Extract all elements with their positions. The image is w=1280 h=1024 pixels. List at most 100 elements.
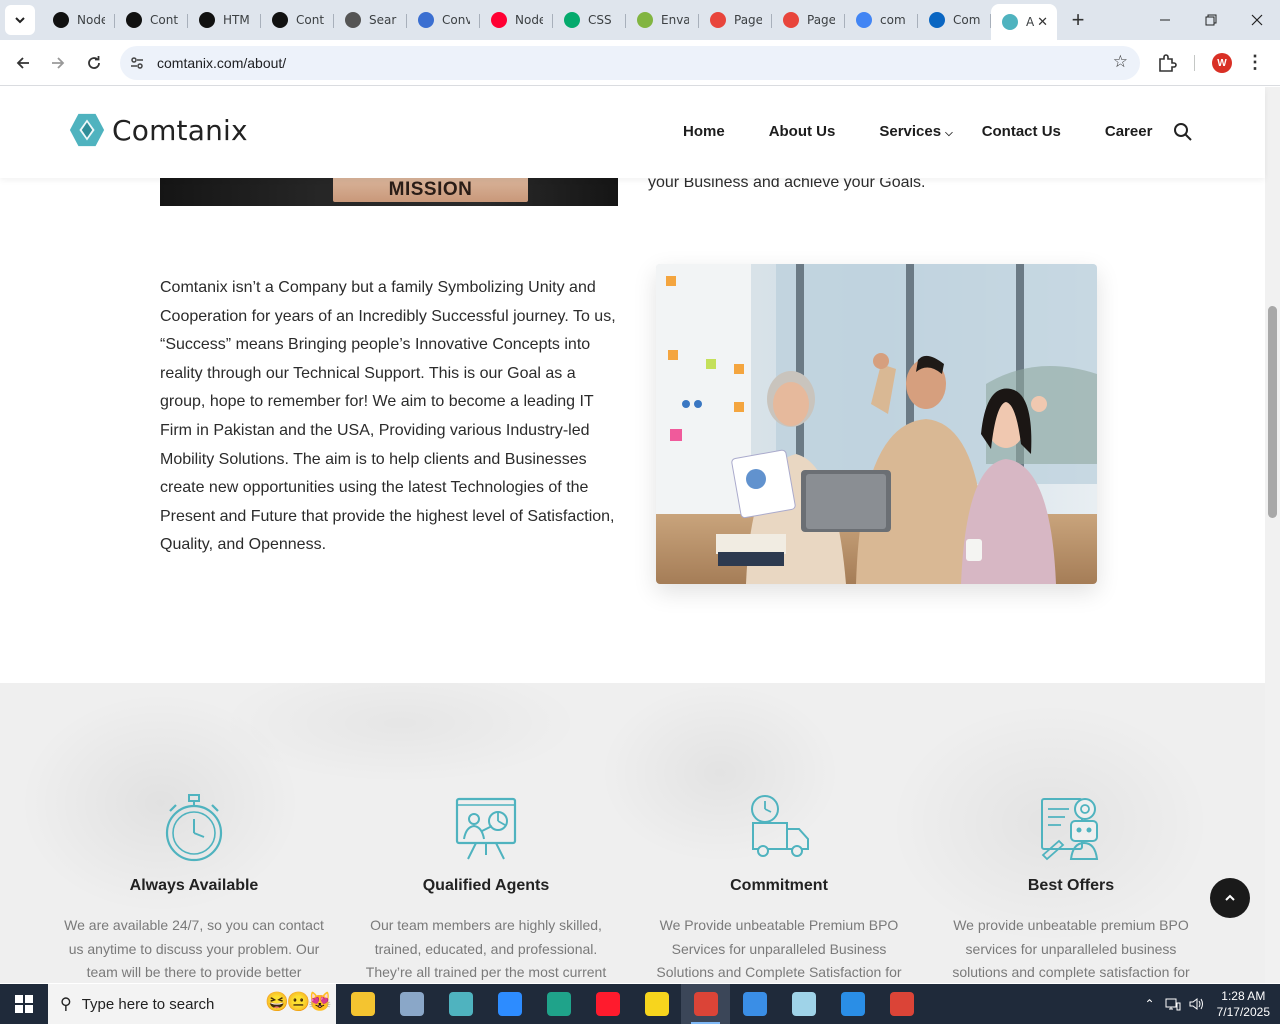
toolbar-divider: [1194, 55, 1195, 71]
comtanix-icon: [1002, 14, 1018, 30]
taskbar-app-zoom-app[interactable]: [485, 984, 534, 1024]
scrollbar-thumb[interactable]: [1268, 306, 1277, 518]
taskbar-app-comtanix-app[interactable]: [436, 984, 485, 1024]
taskbar-app-file-explorer[interactable]: [338, 984, 387, 1024]
stopwatch-icon: [165, 794, 223, 862]
linkedin-icon: [929, 12, 945, 28]
comtanix-logo-icon: [69, 113, 105, 147]
forward-button[interactable]: [43, 48, 73, 78]
github-icon: [53, 12, 69, 28]
taskbar-app-edge-browser[interactable]: [534, 984, 583, 1024]
browser-tab[interactable]: Page: [772, 4, 845, 36]
nav-career[interactable]: Career: [1105, 123, 1153, 140]
nav-home[interactable]: Home: [683, 123, 725, 140]
browser-tab[interactable]: CSS: [553, 4, 626, 36]
taskbar-search[interactable]: ⚲ Type here to search 😆😐😻: [48, 984, 336, 1024]
taskbar-apps: [338, 984, 926, 1024]
browser-tab-title: Enva: [661, 13, 689, 27]
feature-text: Our team members are highly skilled, tra…: [365, 917, 607, 980]
browser-tab[interactable]: Sear: [334, 4, 407, 36]
feature-text: We are available 24/7, so you can contac…: [64, 917, 324, 980]
taskbar-app-chrome-browser[interactable]: [681, 984, 730, 1024]
browser-tab[interactable]: A ✕: [991, 4, 1057, 40]
nav-services[interactable]: Services ⌵: [879, 123, 952, 140]
back-to-top-button[interactable]: [1210, 878, 1250, 918]
sticky-notes-icon: [644, 992, 669, 1016]
site-info-icon[interactable]: [123, 49, 151, 77]
mission-image: MISSION: [160, 178, 618, 206]
main-nav: Home About Us Services ⌵ Contact Us Caree…: [683, 123, 1152, 140]
browser-tab-title: CSS: [588, 13, 612, 27]
browser-tab-title: com: [880, 13, 906, 27]
reload-button[interactable]: [79, 48, 109, 78]
tab-search-button[interactable]: [5, 5, 35, 35]
chevron-down-icon: ⌵: [945, 128, 953, 139]
browser-tab[interactable]: com: [845, 4, 918, 36]
restore-button[interactable]: [1188, 0, 1234, 40]
taskbar-search-placeholder: Type here to search: [81, 995, 215, 1013]
chevron-up-icon[interactable]: ⌃: [1145, 997, 1155, 1011]
new-tab-button[interactable]: +: [1063, 5, 1093, 35]
browser-tab-title: Node: [77, 13, 105, 27]
taskbar-app-photos-app[interactable]: [730, 984, 779, 1024]
github-icon: [272, 12, 288, 28]
chevron-down-icon: [15, 17, 25, 24]
browser-toolbar: comtanix.com/about/ ☆ W ⋮: [0, 40, 1280, 86]
browser-tab[interactable]: Com: [918, 4, 991, 36]
browser-tab-title: Cont: [150, 13, 178, 27]
browser-tab-title: Node: [515, 13, 543, 27]
browser-tab[interactable]: Page: [699, 4, 772, 36]
browser-tab[interactable]: Enva: [626, 4, 699, 36]
browser-tab[interactable]: Cont: [115, 4, 188, 36]
tab-strip: Node Cont HTM Cont Sear Conv Node CSS Enva Page Pa…: [42, 0, 1057, 40]
browser-tab[interactable]: Node: [480, 4, 553, 36]
taskbar-app-chrome-browser-2[interactable]: [877, 984, 926, 1024]
minimize-button[interactable]: [1142, 0, 1188, 40]
nav-services-label: Services: [879, 123, 942, 140]
taskbar-clock[interactable]: 1:28 AM 7/17/2025: [1217, 988, 1270, 1020]
browser-tab[interactable]: Cont: [261, 4, 334, 36]
search-icon[interactable]: [1173, 122, 1193, 142]
extensions-puzzle-icon[interactable]: [1156, 53, 1178, 75]
vscode-app-icon: [840, 992, 865, 1016]
minimize-icon: [1160, 19, 1170, 21]
taskbar-app-vscode-app[interactable]: [828, 984, 877, 1024]
github-icon: [199, 12, 215, 28]
nav-contact-us[interactable]: Contact Us: [982, 123, 1061, 140]
site-logo[interactable]: Comtanix: [68, 111, 248, 149]
browser-tab[interactable]: HTM: [188, 4, 261, 36]
notepad-app-icon: [791, 992, 816, 1016]
taskbar-app-sticky-notes[interactable]: [632, 984, 681, 1024]
delivery-truck-clock-icon: [751, 795, 809, 857]
address-bar[interactable]: comtanix.com/about/ ☆: [120, 46, 1140, 80]
profile-avatar[interactable]: W: [1212, 53, 1232, 73]
close-tab-icon[interactable]: ✕: [1037, 14, 1048, 30]
feature-best-offers: Best Offers We provide unbeatable premiu…: [936, 793, 1206, 983]
taskbar-app-opera-browser[interactable]: [583, 984, 632, 1024]
back-button[interactable]: [8, 48, 38, 78]
converter-icon: [418, 12, 434, 28]
bookmark-star-icon[interactable]: ☆: [1113, 52, 1128, 72]
github-icon: [126, 12, 142, 28]
start-button[interactable]: [0, 984, 48, 1024]
about-paragraph: Comtanix isn’t a Company but a family Sy…: [160, 279, 616, 554]
browser-tab-title: A: [1026, 15, 1035, 29]
volume-icon[interactable]: [1189, 997, 1205, 1011]
taskbar-app-notepad-app[interactable]: [779, 984, 828, 1024]
feature-title: Qualified Agents: [422, 877, 550, 894]
taskbar-app-paint-app[interactable]: [387, 984, 436, 1024]
feature-text: We Provide unbeatable Premium BPO Servic…: [656, 917, 902, 980]
browser-menu-icon[interactable]: ⋮: [1246, 52, 1264, 73]
reload-icon: [88, 56, 100, 69]
nav-about-us[interactable]: About Us: [769, 123, 836, 140]
feature-qualified-agents: Qualified Agents Our team members are hi…: [351, 793, 621, 983]
close-window-button[interactable]: [1234, 0, 1280, 40]
browser-tab-title: Page: [734, 13, 762, 27]
browser-tab[interactable]: Conv: [407, 4, 480, 36]
network-icon[interactable]: [1165, 997, 1181, 1011]
close-icon: [1251, 14, 1263, 26]
browser-tab[interactable]: Node: [42, 4, 115, 36]
feature-title: Commitment: [730, 877, 828, 894]
url-text[interactable]: comtanix.com/about/: [157, 55, 286, 71]
page-scrollbar[interactable]: [1265, 87, 1280, 983]
